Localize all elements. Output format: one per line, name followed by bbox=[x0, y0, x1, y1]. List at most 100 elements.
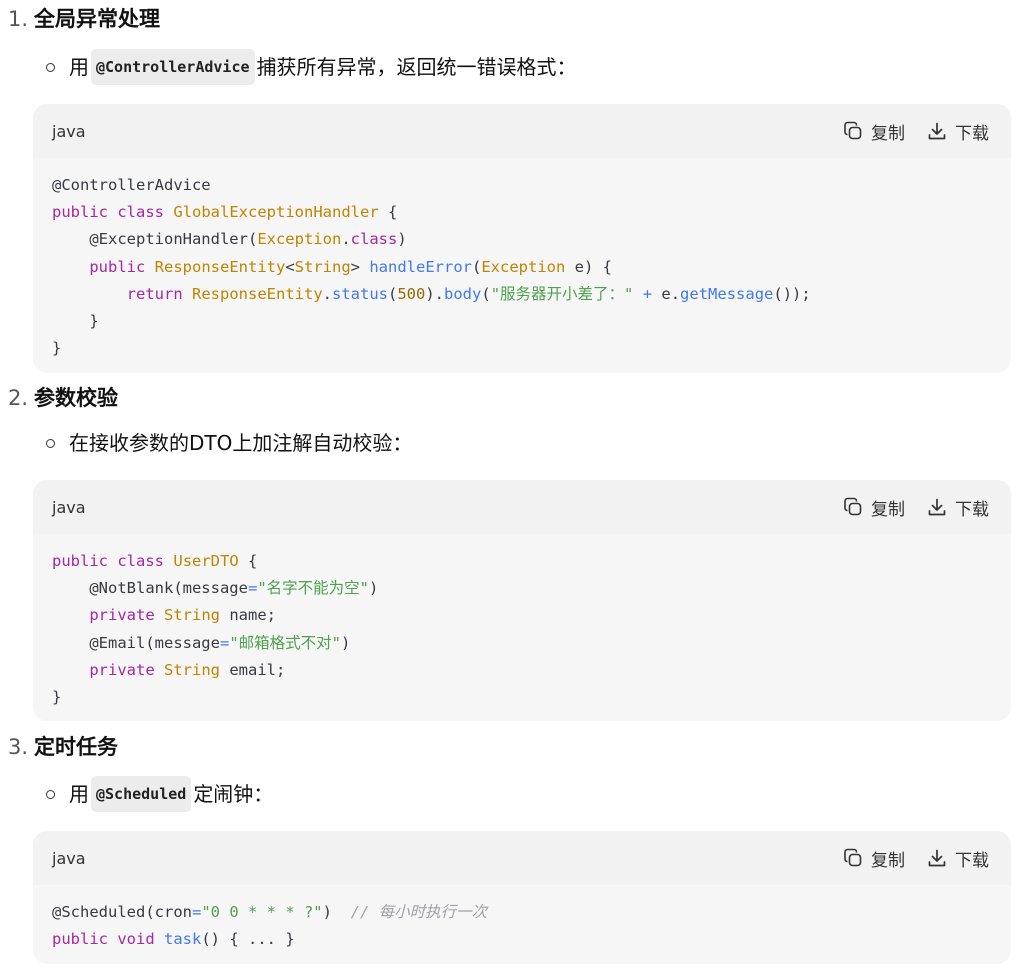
copy-icon bbox=[844, 497, 862, 516]
code-token: private bbox=[89, 606, 155, 625]
download-button[interactable]: 下载 bbox=[927, 495, 989, 520]
download-button-label: 下载 bbox=[955, 850, 989, 871]
code-token: e. bbox=[652, 284, 681, 303]
download-icon bbox=[928, 849, 946, 867]
copy-button[interactable]: 复制 bbox=[843, 495, 905, 520]
code-line: public void task() { ... } bbox=[52, 926, 992, 953]
download-icon bbox=[928, 498, 946, 516]
bullet-item-2: 在接收参数的DTO上加注解自动校验： bbox=[46, 428, 412, 458]
code-line: } bbox=[52, 684, 992, 711]
bullet-dot-icon bbox=[46, 438, 55, 448]
code-token: handleError bbox=[369, 257, 472, 276]
code-token: } bbox=[52, 339, 62, 358]
code-body: @Scheduled(cron="0 0 * * * ?") // 每小时执行一… bbox=[33, 885, 1011, 963]
code-token: "服务器开小差了：" bbox=[490, 284, 634, 303]
code-token: > bbox=[350, 257, 370, 276]
download-button[interactable]: 下载 bbox=[927, 119, 989, 144]
copy-icon bbox=[844, 848, 862, 867]
code-token: = bbox=[219, 633, 230, 652]
code-token: return bbox=[126, 284, 183, 303]
bullet-text-before: 在接收参数的DTO上加注解自动校验： bbox=[69, 431, 413, 455]
code-line: public class GlobalExceptionHandler { bbox=[52, 199, 992, 226]
code-body: @ControllerAdvice public class GlobalExce… bbox=[33, 158, 1011, 372]
code-token: getMessage bbox=[680, 284, 774, 303]
bullet-text-before: 用 bbox=[69, 782, 89, 806]
code-token: // 每小时执行一次 bbox=[350, 903, 488, 921]
code-token: ( bbox=[388, 284, 398, 303]
copy-button-label: 复制 bbox=[871, 499, 905, 520]
code-token: public bbox=[52, 203, 108, 222]
code-token: ResponseEntity bbox=[192, 284, 323, 303]
section-heading-3: 3. 定时任务 bbox=[8, 733, 118, 761]
section-title: 定时任务 bbox=[34, 735, 119, 759]
download-button[interactable]: 下载 bbox=[927, 846, 989, 871]
section-heading-1: 1. 全局异常处理 bbox=[8, 5, 160, 33]
copy-button[interactable]: 复制 bbox=[843, 846, 905, 871]
bullet-text-after: 捕获所有异常，返回统一错误格式： bbox=[256, 55, 577, 79]
section-heading-2: 2. 参数校验 bbox=[8, 384, 118, 412]
code-token: Exception bbox=[481, 257, 566, 276]
code-language-label: java bbox=[52, 848, 86, 868]
code-token: "名字不能为空" bbox=[257, 579, 369, 598]
code-language-label: java bbox=[52, 121, 86, 141]
code-token: String bbox=[164, 606, 220, 625]
code-token: body bbox=[444, 284, 482, 303]
code-line: public ResponseEntity<String> handleErro… bbox=[52, 254, 992, 281]
code-token: public bbox=[52, 552, 108, 570]
download-button-label: 下载 bbox=[955, 123, 989, 144]
code-token: String bbox=[294, 257, 351, 276]
code-line: public class UserDTO { bbox=[52, 548, 992, 575]
code-token: UserDTO bbox=[173, 552, 239, 570]
code-token: @ControllerAdvice bbox=[52, 176, 211, 194]
code-token: 500 bbox=[397, 284, 426, 303]
code-token: public bbox=[89, 257, 146, 276]
section-number: 2. bbox=[8, 386, 29, 410]
download-icon bbox=[928, 122, 946, 140]
section-title: 参数校验 bbox=[34, 386, 119, 410]
code-block-header: java 复制 下载 bbox=[33, 480, 1011, 534]
code-token: ) bbox=[368, 579, 379, 598]
code-token: GlobalExceptionHandler bbox=[173, 203, 379, 222]
code-block-1: java 复制 下载 @ControllerAdvice public class… bbox=[33, 104, 1011, 373]
copy-button-label: 复制 bbox=[871, 123, 905, 144]
code-token: . bbox=[322, 284, 332, 303]
code-token: . bbox=[341, 230, 351, 249]
code-line: @ExceptionHandler(Exception.class) bbox=[52, 226, 992, 253]
section-title: 全局异常处理 bbox=[34, 7, 161, 31]
code-token: ( bbox=[472, 257, 482, 276]
code-token: { bbox=[238, 552, 258, 570]
code-block-header: java 复制 下载 bbox=[33, 104, 1011, 158]
section-number: 3. bbox=[8, 735, 29, 759]
code-token: private bbox=[89, 660, 155, 679]
copy-icon bbox=[844, 121, 862, 140]
code-token: class bbox=[350, 230, 398, 249]
code-token: ()); bbox=[773, 284, 811, 303]
code-token: } bbox=[52, 687, 62, 706]
code-token: "0 0 * * * ?" bbox=[201, 903, 323, 921]
code-token: @Scheduled(cron bbox=[52, 903, 192, 921]
code-body: public class UserDTO { @NotBlank(message… bbox=[33, 534, 1011, 721]
code-block-header: java 复制 下载 bbox=[33, 831, 1011, 885]
code-token: } bbox=[52, 311, 99, 330]
copy-button[interactable]: 复制 bbox=[843, 119, 905, 144]
bullet-text-before: 用 bbox=[69, 55, 89, 79]
code-token: ) bbox=[322, 903, 351, 921]
code-token: class bbox=[117, 203, 165, 222]
code-block-2: java 复制 下载 public class UserDTO { @NotBl… bbox=[33, 480, 1011, 721]
code-token: + bbox=[642, 284, 653, 303]
bullet-text-after: 定闹钟： bbox=[193, 782, 274, 806]
section-number: 1. bbox=[8, 7, 29, 31]
code-line: @ControllerAdvice bbox=[52, 172, 992, 199]
